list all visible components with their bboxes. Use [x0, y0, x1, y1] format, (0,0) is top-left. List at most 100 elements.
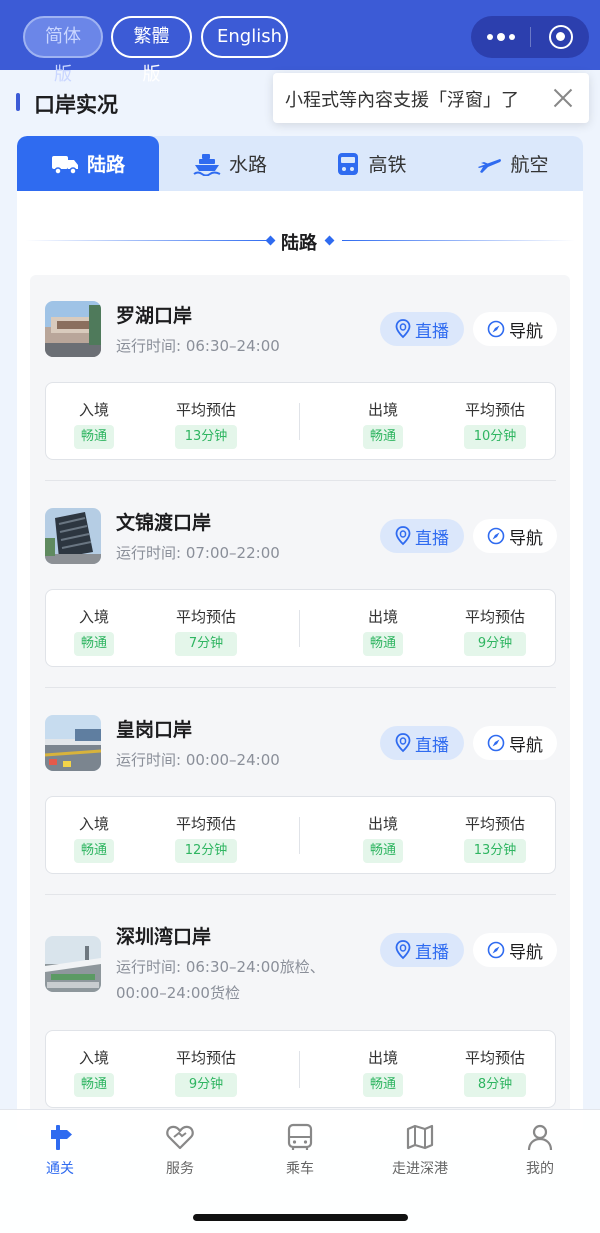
entry-status-badge: 畅通 [74, 425, 114, 449]
port-name: 深圳湾口岸 [116, 926, 212, 948]
exit-avg-badge: 8分钟 [464, 1073, 526, 1097]
port-separator [45, 687, 556, 688]
live-button-label: 直播 [415, 528, 449, 549]
lang-english-button[interactable]: English [201, 16, 288, 58]
tabbar-item-customs[interactable]: 通关 [10, 1120, 110, 1178]
sub-heading-line-left [25, 240, 270, 241]
tabbar-label: 走进深港 [392, 1161, 448, 1177]
entry-label: 入境 [78, 815, 109, 833]
entry-avg-badge: 12分钟 [175, 839, 237, 863]
lang-traditional-button[interactable]: 繁體版 [111, 16, 192, 85]
close-icon[interactable] [553, 88, 573, 108]
truck-icon [51, 155, 78, 175]
tabbar-item-service[interactable]: 服务 [130, 1120, 230, 1178]
customs-icon [51, 1125, 72, 1150]
entry-avg-badge: 7分钟 [175, 632, 237, 656]
tabbar-item-ride[interactable]: 乘车 [250, 1120, 350, 1178]
navigate-button-label: 导航 [509, 321, 543, 342]
tab-air-label: 航空 [510, 154, 549, 176]
compass-icon [487, 941, 505, 959]
live-button-label: 直播 [415, 942, 449, 963]
sub-heading-text: 陆路 [281, 233, 317, 254]
navigate-button[interactable]: 导航 [473, 312, 557, 346]
tab-land-label: 陆路 [86, 154, 125, 176]
exit-label: 出境 [367, 815, 398, 833]
exit-avg-label: 平均预估 [464, 608, 525, 626]
port-status-card: 陆路 水路 高铁 航空 陆路 罗湖口岸 运行时间: 06:30–24:00 直播… [17, 136, 583, 1136]
tabbar-item-mine[interactable]: 我的 [490, 1120, 590, 1178]
exit-avg-label: 平均预估 [464, 1049, 525, 1067]
port-hours: 运行时间: 07:00–22:00 [116, 544, 280, 562]
live-button[interactable]: 直播 [380, 519, 464, 553]
port-name: 文锦渡口岸 [116, 512, 212, 534]
section-title: 口岸实况 [34, 93, 118, 117]
tab-land[interactable]: 陆路 [17, 136, 159, 191]
location-pin-icon [395, 319, 411, 339]
navigate-button[interactable]: 导航 [473, 726, 557, 760]
entry-status-badge: 畅通 [74, 1073, 114, 1097]
lang-simplified-button[interactable]: 简体版 [23, 16, 103, 85]
location-pin-icon [395, 940, 411, 960]
navigate-button[interactable]: 导航 [473, 519, 557, 553]
navigate-button-label: 导航 [509, 528, 543, 549]
live-button[interactable]: 直播 [380, 312, 464, 346]
port-photo [45, 715, 101, 771]
tabbar-label: 乘车 [286, 1161, 314, 1177]
stats-divider [299, 1051, 300, 1088]
port-photo [45, 936, 101, 992]
more-icon[interactable] [485, 16, 517, 58]
location-pin-icon [395, 526, 411, 546]
sub-heading: 陆路 [17, 226, 583, 256]
exit-label: 出境 [367, 608, 398, 626]
entry-avg-label: 平均预估 [175, 1049, 236, 1067]
port-hours: 运行时间: 00:00–24:00 [116, 751, 280, 769]
tabbar-label: 通关 [46, 1161, 74, 1177]
entry-label: 入境 [78, 1049, 109, 1067]
exit-status-badge: 畅通 [363, 632, 403, 656]
port-name: 罗湖口岸 [116, 305, 193, 327]
entry-avg-badge: 13分钟 [175, 425, 237, 449]
live-button[interactable]: 直播 [380, 933, 464, 967]
port-hours: 运行时间: 06:30–24:00旅检、00:00–24:00货检 [116, 958, 325, 1002]
entry-label: 入境 [78, 401, 109, 419]
bus-icon [287, 1123, 313, 1150]
traffic-stats: 入境 畅通 平均预估 9分钟 出境 畅通 平均预估 8分钟 [45, 1030, 556, 1108]
top-header: 简体版 繁體版 English [0, 0, 600, 85]
heart-hand-icon [166, 1125, 194, 1150]
tab-air[interactable]: 航空 [442, 136, 583, 191]
entry-avg-badge: 9分钟 [175, 1073, 237, 1097]
stats-divider [299, 610, 300, 647]
stats-divider [299, 817, 300, 854]
traffic-stats: 入境 畅通 平均预估 12分钟 出境 畅通 平均预估 13分钟 [45, 796, 556, 874]
exit-label: 出境 [367, 1049, 398, 1067]
traffic-stats: 入境 畅通 平均预估 7分钟 出境 畅通 平均预估 9分钟 [45, 589, 556, 667]
plane-icon [478, 158, 502, 173]
navigate-button-label: 导航 [509, 942, 543, 963]
port-photo [45, 301, 101, 357]
exit-status-badge: 畅通 [363, 425, 403, 449]
exit-status-badge: 畅通 [363, 1073, 403, 1097]
sub-heading-diamond-right [324, 235, 335, 246]
entry-label: 入境 [78, 608, 109, 626]
section-accent-bar [16, 93, 20, 111]
tabbar-label: 服务 [166, 1161, 194, 1177]
live-button-label: 直播 [415, 735, 449, 756]
exit-avg-label: 平均预估 [464, 401, 525, 419]
entry-status-badge: 畅通 [74, 839, 114, 863]
exit-avg-badge: 10分钟 [464, 425, 526, 449]
navigate-button[interactable]: 导航 [473, 933, 557, 967]
navigate-button-label: 导航 [509, 735, 543, 756]
exit-avg-label: 平均预估 [464, 815, 525, 833]
entry-avg-label: 平均预估 [175, 815, 236, 833]
transport-tabs: 陆路 水路 高铁 航空 [17, 136, 583, 191]
tab-water-label: 水路 [228, 154, 267, 176]
home-indicator [193, 1214, 408, 1221]
location-pin-icon [395, 733, 411, 753]
tab-water[interactable]: 水路 [159, 136, 301, 191]
close-miniprogram-icon[interactable] [549, 25, 573, 49]
tab-highspeed-rail[interactable]: 高铁 [301, 136, 442, 191]
sub-heading-diamond-left [265, 235, 276, 246]
tabbar-item-explore[interactable]: 走进深港 [370, 1120, 470, 1178]
port-photo [45, 508, 101, 564]
live-button[interactable]: 直播 [380, 726, 464, 760]
